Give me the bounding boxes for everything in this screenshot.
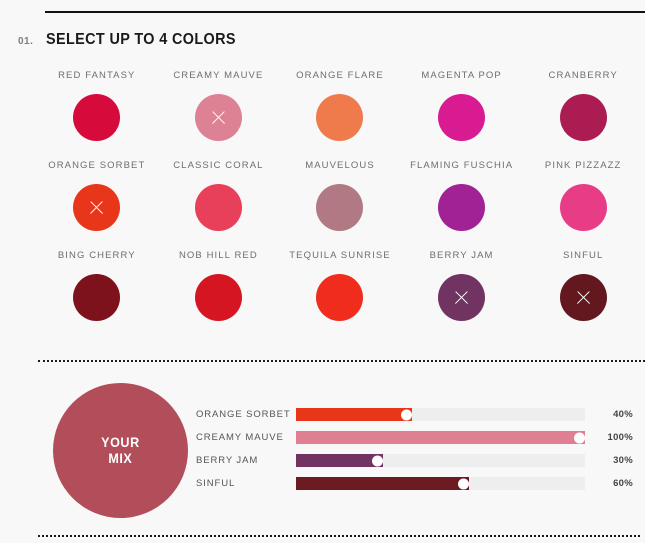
color-swatch-dot[interactable] bbox=[559, 274, 607, 321]
color-swatch-label: PINK PIZZAZZ bbox=[544, 160, 622, 171]
mix-slider-row: CREAMY MAUVE 100% bbox=[196, 426, 645, 449]
mix-slider-knob[interactable] bbox=[574, 432, 585, 443]
close-icon bbox=[210, 109, 227, 126]
close-icon bbox=[88, 199, 105, 216]
color-swatch-label: SINFUL bbox=[562, 250, 604, 261]
color-swatch-dot[interactable] bbox=[316, 184, 364, 231]
color-swatch-label: ORANGE FLARE bbox=[296, 70, 384, 81]
mix-slider-label: ORANGE SORBET bbox=[196, 409, 291, 420]
mix-slider-fill bbox=[296, 431, 585, 444]
color-swatch-label: RED FANTASY bbox=[58, 70, 136, 81]
mix-slider-knob[interactable] bbox=[371, 455, 383, 466]
color-swatch-grid: RED FANTASY CREAMY MAUVE ORANGE FLARE MAGEN… bbox=[36, 70, 644, 340]
mix-slider-track[interactable] bbox=[296, 408, 585, 421]
mix-slider-fill bbox=[296, 408, 412, 421]
color-swatch-dot[interactable] bbox=[194, 94, 242, 141]
color-swatch[interactable]: TEQUILA SUNRISE bbox=[279, 250, 401, 340]
color-swatch-dot[interactable] bbox=[559, 94, 607, 141]
color-swatch-dot[interactable] bbox=[438, 274, 486, 321]
color-swatch-label: FLAMING FUSCHIA bbox=[410, 160, 514, 171]
color-swatch-dot[interactable] bbox=[438, 184, 486, 231]
mix-slider-track[interactable] bbox=[296, 431, 585, 444]
color-swatch[interactable]: CREAMY MAUVE bbox=[158, 70, 280, 160]
color-swatch-label: NOB HILL RED bbox=[178, 250, 258, 261]
close-icon bbox=[575, 289, 592, 306]
color-swatch[interactable]: FLAMING FUSCHIA bbox=[401, 160, 523, 250]
color-swatch-dot[interactable] bbox=[194, 184, 242, 231]
color-swatch-dot[interactable] bbox=[73, 94, 121, 141]
color-swatch-label: CREAMY MAUVE bbox=[173, 70, 264, 81]
step-heading: 01. SELECT UP TO 4 COLORS bbox=[18, 31, 250, 49]
your-mix-panel: YOUR MIX ORANGE SORBET 40% CREAMY MAUVE 100… bbox=[38, 378, 645, 518]
color-swatch[interactable]: PINK PIZZAZZ bbox=[522, 160, 644, 250]
mix-slider-knob[interactable] bbox=[400, 409, 412, 420]
your-mix-label-line1: YOUR bbox=[101, 434, 140, 451]
color-swatch-label: CRANBERRY bbox=[548, 70, 618, 81]
color-swatch[interactable]: BERRY JAM bbox=[401, 250, 523, 340]
color-swatch-dot[interactable] bbox=[194, 274, 242, 321]
color-swatch-label: MAGENTA POP bbox=[421, 70, 502, 81]
mix-slider-percent: 30% bbox=[613, 455, 633, 466]
color-swatch[interactable]: ORANGE FLARE bbox=[279, 70, 401, 160]
mix-slider-label: CREAMY MAUVE bbox=[196, 432, 284, 443]
mix-slider-percent: 60% bbox=[613, 478, 633, 489]
mix-slider-label: BERRY JAM bbox=[196, 455, 259, 466]
mix-slider-row: BERRY JAM 30% bbox=[196, 449, 645, 472]
color-swatch-dot[interactable] bbox=[316, 274, 364, 321]
mix-slider-track[interactable] bbox=[296, 454, 585, 467]
top-divider bbox=[45, 11, 645, 13]
color-swatch-dot[interactable] bbox=[438, 94, 486, 141]
color-swatch[interactable]: MAGENTA POP bbox=[401, 70, 523, 160]
your-mix-label-line2: MIX bbox=[108, 449, 133, 466]
color-swatch-dot[interactable] bbox=[559, 184, 607, 231]
mix-slider-row: SINFUL 60% bbox=[196, 472, 645, 495]
your-mix-circle: YOUR MIX bbox=[53, 383, 188, 518]
color-swatch[interactable]: MAUVELOUS bbox=[279, 160, 401, 250]
close-icon bbox=[453, 289, 470, 306]
mix-slider-row: ORANGE SORBET 40% bbox=[196, 403, 645, 426]
mix-slider-track[interactable] bbox=[296, 477, 585, 490]
section-divider-top bbox=[38, 360, 645, 362]
mix-slider-knob[interactable] bbox=[458, 478, 470, 489]
mix-slider-label: SINFUL bbox=[196, 478, 236, 489]
mix-slider-fill bbox=[296, 454, 383, 467]
color-swatch-label: BING CHERRY bbox=[57, 250, 136, 261]
color-swatch[interactable]: CLASSIC CORAL bbox=[158, 160, 280, 250]
color-swatch-label: TEQUILA SUNRISE bbox=[289, 250, 391, 261]
mix-slider-percent: 100% bbox=[607, 432, 633, 443]
color-swatch-dot[interactable] bbox=[316, 94, 364, 141]
color-swatch[interactable]: BING CHERRY bbox=[36, 250, 158, 340]
color-swatch[interactable]: ORANGE SORBET bbox=[36, 160, 158, 250]
mix-slider-list: ORANGE SORBET 40% CREAMY MAUVE 100% BERRY JA… bbox=[196, 403, 645, 495]
color-swatch[interactable]: RED FANTASY bbox=[36, 70, 158, 160]
color-swatch-label: BERRY JAM bbox=[429, 250, 494, 261]
color-swatch-label: MAUVELOUS bbox=[305, 160, 375, 171]
color-swatch-label: ORANGE SORBET bbox=[48, 160, 146, 171]
color-swatch[interactable]: CRANBERRY bbox=[522, 70, 644, 160]
color-swatch[interactable]: SINFUL bbox=[522, 250, 644, 340]
mix-slider-fill bbox=[296, 477, 470, 490]
color-swatch-dot[interactable] bbox=[73, 184, 121, 231]
page-title: SELECT UP TO 4 COLORS bbox=[46, 31, 236, 48]
color-swatch-label: CLASSIC CORAL bbox=[173, 160, 264, 171]
color-swatch-dot[interactable] bbox=[73, 274, 121, 321]
step-number: 01. bbox=[18, 36, 34, 47]
section-divider-bottom bbox=[38, 535, 640, 537]
color-swatch[interactable]: NOB HILL RED bbox=[158, 250, 280, 340]
mix-slider-percent: 40% bbox=[613, 409, 633, 420]
